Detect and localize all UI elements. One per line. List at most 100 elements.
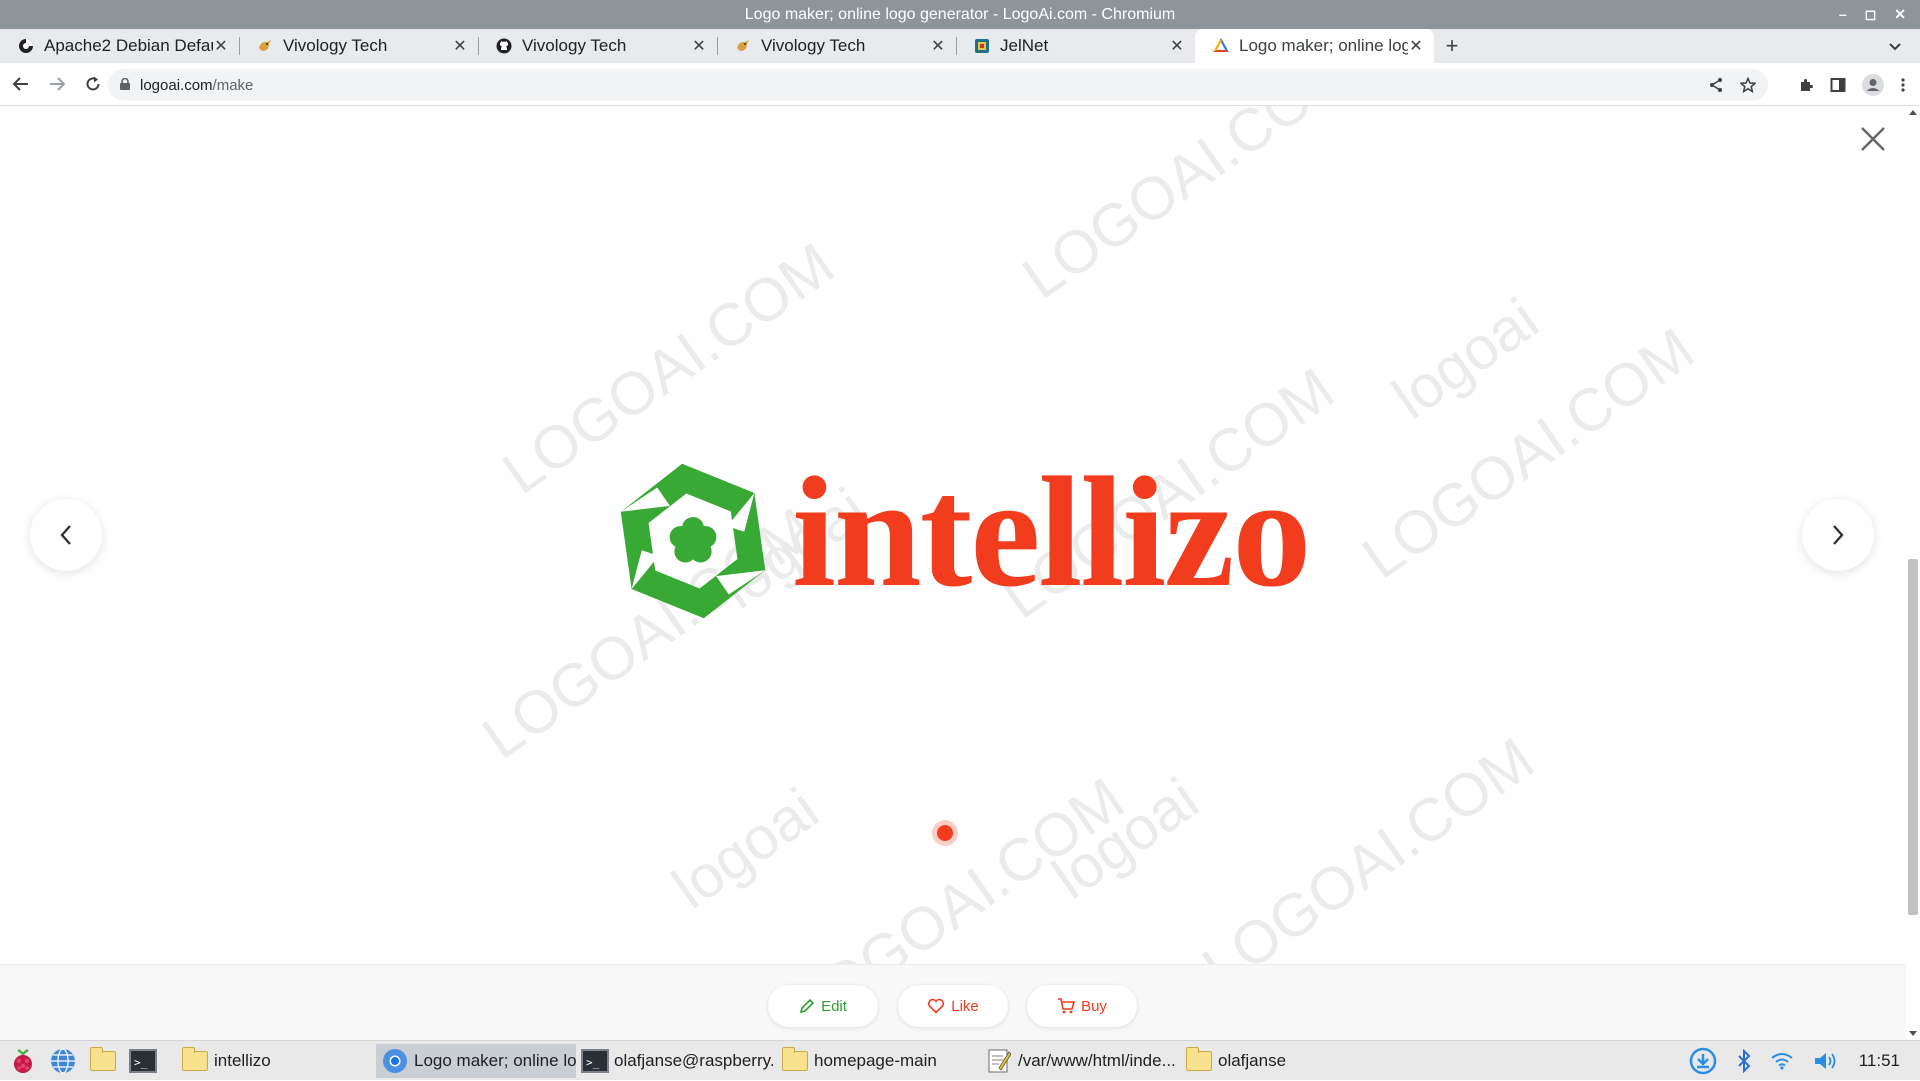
wifi-icon[interactable]: [1771, 1052, 1793, 1070]
download-update-icon[interactable]: [1689, 1047, 1717, 1075]
tab-close-icon[interactable]: ✕: [213, 36, 229, 56]
url-path: /make: [212, 76, 254, 94]
scrollbar-thumb[interactable]: [1908, 559, 1918, 915]
maximize-button[interactable]: ◻: [1865, 0, 1877, 29]
tab-vivology-2[interactable]: Vivology Tech ✕: [717, 29, 956, 63]
address-bar[interactable]: logoai.com/make: [108, 69, 1768, 101]
tab-vivology-1[interactable]: Vivology Tech ✕: [239, 29, 478, 63]
like-button[interactable]: Like: [898, 985, 1008, 1027]
pencil-icon: [799, 998, 815, 1014]
file-manager-launcher[interactable]: [86, 1044, 120, 1078]
text-editor-icon: [984, 1048, 1014, 1074]
heart-icon: [928, 998, 945, 1014]
logoai-favicon-icon: [1213, 38, 1229, 54]
task-label: Logo maker; online lo...: [414, 1051, 576, 1070]
window-title-bar: Logo maker; online logo generator - Logo…: [0, 0, 1920, 29]
tab-title: Vivology Tech: [761, 36, 866, 55]
close-window-button[interactable]: ✕: [1894, 0, 1906, 29]
previous-logo-button[interactable]: [30, 499, 102, 571]
chevron-down-icon: [1889, 43, 1901, 51]
share-icon[interactable]: [1708, 77, 1724, 93]
buy-button[interactable]: Buy: [1027, 985, 1137, 1027]
tab-apache[interactable]: Apache2 Debian Default ✕: [0, 29, 239, 63]
folder-icon: [180, 1047, 210, 1074]
tab-close-icon[interactable]: ✕: [452, 36, 468, 56]
tab-title: Apache2 Debian Default: [44, 36, 213, 55]
taskbar-item-olafjanse[interactable]: olafjanse: [1180, 1044, 1380, 1078]
task-label: olafjanse@raspberry...: [614, 1051, 776, 1070]
web-browser-launcher[interactable]: [46, 1044, 80, 1078]
bird-favicon-icon: [735, 38, 751, 54]
taskbar-item-chromium[interactable]: Logo maker; online lo...: [376, 1044, 576, 1078]
system-tray: 11:51: [1689, 1041, 1920, 1081]
like-label: Like: [951, 997, 979, 1015]
reload-button[interactable]: [78, 69, 108, 99]
raspberry-icon: [14, 1048, 32, 1073]
tab-strip: Apache2 Debian Default ✕ Vivology Tech ✕…: [0, 29, 1920, 63]
logo-action-bar: Edit Like Buy: [0, 964, 1906, 1040]
tab-search-button[interactable]: [1888, 29, 1902, 63]
desktop-taskbar: >_ intellizo Logo maker; online lo... >_…: [0, 1040, 1920, 1080]
logo-wordmark: intellizo: [792, 445, 1311, 620]
edit-label: Edit: [821, 997, 847, 1015]
scroll-down-arrow-icon[interactable]: [1909, 1031, 1917, 1036]
side-panel-icon[interactable]: [1830, 77, 1846, 93]
plus-icon: +: [1445, 33, 1459, 58]
tab-title: JelNet: [1000, 36, 1049, 55]
menu-kebab-icon[interactable]: [1900, 77, 1906, 93]
task-label: homepage-main: [814, 1051, 937, 1070]
minimize-button[interactable]: –: [1839, 0, 1847, 29]
edit-button[interactable]: Edit: [768, 985, 878, 1027]
close-preview-button[interactable]: [1858, 124, 1888, 154]
forward-button[interactable]: [42, 69, 72, 99]
task-label: olafjanse: [1218, 1051, 1287, 1070]
taskbar-item-text-editor[interactable]: /var/www/html/inde...: [980, 1044, 1176, 1078]
next-logo-button[interactable]: [1802, 499, 1874, 571]
taskbar-item-homepage-main[interactable]: homepage-main: [776, 1044, 976, 1078]
tab-logoai[interactable]: Logo maker; online logo ✕: [1195, 29, 1434, 63]
tab-close-icon[interactable]: ✕: [691, 36, 707, 56]
folder-icon: [780, 1047, 810, 1074]
folders-icon: [90, 1046, 116, 1071]
page-viewport: LOGOAI.COM LOGOAI.COM logoai logoai LOGO…: [0, 106, 1920, 1040]
tab-close-icon[interactable]: ✕: [1169, 36, 1185, 56]
tab-title: Vivology Tech: [522, 36, 627, 55]
tab-close-icon[interactable]: ✕: [930, 36, 946, 56]
jelnet-favicon-icon: [974, 38, 990, 54]
omnibox-actions: [1708, 69, 1756, 101]
taskbar-item-terminal[interactable]: >_ olafjanse@raspberry...: [576, 1044, 776, 1078]
tab-close-icon[interactable]: ✕: [1408, 36, 1424, 56]
terminal-icon: >_: [129, 1048, 157, 1073]
new-tab-button[interactable]: +: [1434, 29, 1470, 63]
chevron-right-icon: [1833, 525, 1844, 545]
volume-icon[interactable]: [1813, 1050, 1839, 1072]
scroll-up-arrow-icon[interactable]: [1909, 110, 1917, 115]
watermark-text: LOGOAI.COM: [1190, 725, 1546, 1002]
github-icon: [496, 38, 512, 54]
watermark-text: logoai: [660, 774, 831, 922]
globe-icon: [51, 1047, 75, 1074]
bird-favicon-icon: [257, 38, 273, 54]
bookmark-star-icon[interactable]: [1740, 77, 1756, 93]
task-label: intellizo: [214, 1051, 271, 1070]
tab-title: Logo maker; online logo: [1239, 36, 1408, 55]
terminal-launcher[interactable]: >_: [126, 1044, 160, 1078]
raspberry-menu-button[interactable]: [6, 1044, 40, 1078]
cart-icon: [1058, 998, 1076, 1014]
tab-title: Vivology Tech: [283, 36, 388, 55]
url-host: logoai.com: [140, 76, 213, 94]
window-title: Logo maker; online logo generator - Logo…: [744, 6, 1176, 23]
taskbar-item-intellizo[interactable]: intellizo: [176, 1044, 374, 1078]
lock-icon: [120, 77, 130, 94]
back-button[interactable]: [6, 69, 36, 99]
watermark-text: logoai: [1380, 284, 1551, 432]
page-scrollbar[interactable]: [1906, 106, 1920, 1040]
close-icon: [1861, 127, 1885, 151]
tab-vivology-github[interactable]: Vivology Tech ✕: [478, 29, 717, 63]
bluetooth-icon[interactable]: [1737, 1049, 1751, 1073]
tab-jelnet[interactable]: JelNet ✕: [956, 29, 1195, 63]
debian-swirl-icon: [18, 38, 34, 54]
profile-avatar-icon[interactable]: [1862, 73, 1884, 96]
terminal-icon: >_: [580, 1048, 610, 1074]
extensions-puzzle-icon[interactable]: [1798, 77, 1814, 93]
